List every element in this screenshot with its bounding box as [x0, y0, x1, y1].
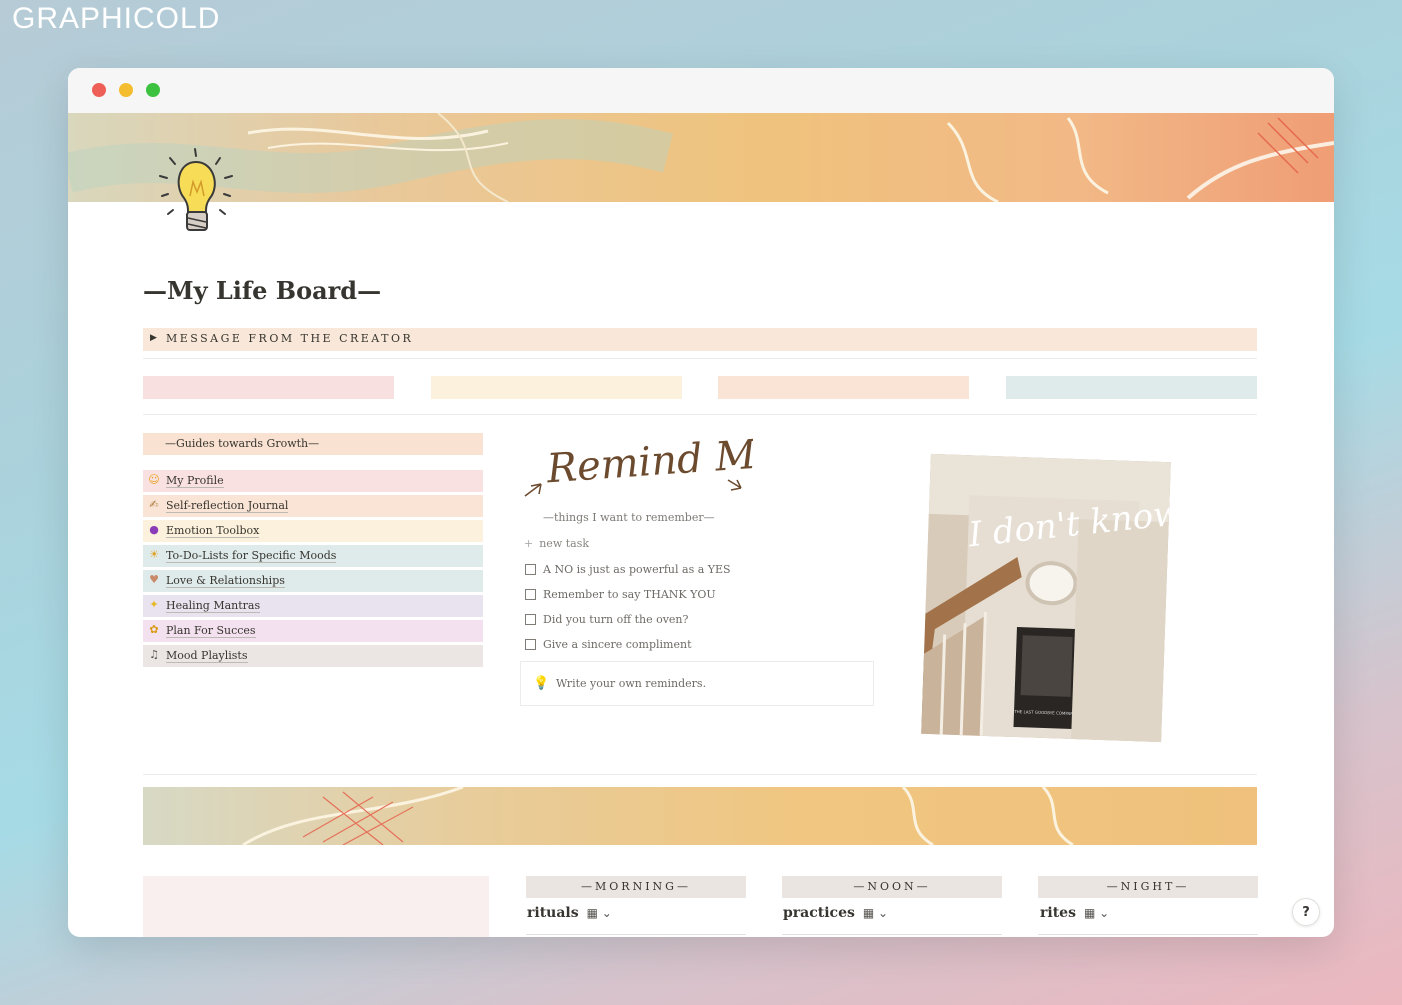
sparkle-icon: ✦ [149, 598, 159, 611]
lightbulb-icon [150, 146, 250, 246]
guide-link-label: Love & Relationships [166, 574, 285, 588]
noon-heading: —NOON— [782, 876, 1002, 898]
weather-icon: ☀ [149, 548, 159, 561]
page-cover-image [68, 113, 1334, 202]
color-swatch-blue [1006, 376, 1257, 399]
guide-link-item[interactable]: ♫ Mood Playlists [143, 645, 483, 667]
checkbox[interactable] [525, 589, 536, 600]
noon-practices-view[interactable]: practices ▦ ⌄ [783, 905, 888, 921]
crystal-ball-icon: ● [149, 523, 159, 536]
title-bar [68, 68, 1334, 113]
creator-message-toggle[interactable]: ▶ MESSAGE FROM THE CREATOR [143, 328, 1257, 351]
help-button[interactable]: ? [1292, 898, 1320, 926]
writing-hand-icon: ✍ [149, 498, 159, 511]
new-task-button[interactable]: + new task [524, 537, 589, 550]
guide-link-item[interactable]: ☀ To-Do-Lists for Specific Moods [143, 545, 483, 567]
toggle-triangle-icon[interactable]: ▶ [150, 333, 157, 343]
smiling-face-icon: ☺ [148, 473, 160, 486]
staircase-photo: THE LAST GOODBYE COMPANY I don't know [921, 453, 1171, 743]
divider [526, 934, 746, 935]
minimize-window-button[interactable] [119, 83, 133, 97]
divider [782, 934, 1002, 935]
music-icon: ♫ [149, 648, 159, 661]
app-window: —My Life Board— ▶ MESSAGE FROM THE CREAT… [68, 68, 1334, 937]
morning-heading: —MORNING— [526, 876, 746, 898]
divider [143, 414, 1257, 415]
page-title: —My Life Board— [143, 276, 382, 305]
guide-link-item[interactable]: ✿ Plan For Succes [143, 620, 483, 642]
divider [143, 358, 1257, 359]
guide-link-label: Self-reflection Journal [166, 499, 289, 513]
guide-link-item[interactable]: ✦ Healing Mantras [143, 595, 483, 617]
remind-subtitle: —things I want to remember— [543, 511, 715, 524]
night-rites-view[interactable]: rites ▦ ⌄ [1040, 905, 1109, 921]
guide-link-label: My Profile [166, 474, 224, 488]
sunflower-icon: ✿ [149, 623, 159, 636]
section-banner-image [143, 787, 1257, 845]
table-view-icon[interactable]: ▦ ⌄ [1084, 906, 1109, 920]
checkbox[interactable] [525, 614, 536, 625]
guide-link-label: Healing Mantras [166, 599, 261, 613]
night-heading: —NIGHT— [1038, 876, 1258, 898]
write-reminders-callout[interactable]: 💡 Write your own reminders. [520, 661, 874, 706]
checkbox[interactable] [525, 564, 536, 575]
guide-link-label: To-Do-Lists for Specific Moods [166, 549, 337, 563]
creator-message-label: MESSAGE FROM THE CREATOR [166, 332, 414, 345]
guide-link-label: Mood Playlists [166, 649, 248, 663]
color-swatch-pink [143, 376, 394, 399]
schedule-side-card [143, 876, 489, 937]
close-window-button[interactable] [92, 83, 106, 97]
checkbox[interactable] [525, 639, 536, 650]
guide-link-item[interactable]: ☺ My Profile [143, 470, 483, 492]
guide-link-label: Emotion Toolbox [166, 524, 260, 538]
hands-icon: ♥ [149, 573, 159, 586]
divider [143, 774, 1257, 775]
morning-rituals-view[interactable]: rituals ▦ ⌄ [527, 905, 612, 921]
guide-link-item[interactable]: ✍ Self-reflection Journal [143, 495, 483, 517]
guide-link-label: Plan For Succes [166, 624, 256, 638]
svg-text:Remind Me: Remind Me [544, 430, 753, 492]
color-swatch-cream [431, 376, 682, 399]
brand-watermark: GRAPHICOLD [12, 2, 221, 35]
guide-link-item[interactable]: ♥ Love & Relationships [143, 570, 483, 592]
remind-me-heading: Remind Me [523, 430, 781, 506]
divider [1038, 934, 1258, 935]
guide-link-item[interactable]: ● Emotion Toolbox [143, 520, 483, 542]
table-view-icon[interactable]: ▦ ⌄ [863, 906, 888, 920]
lightbulb-icon: 💡 [533, 676, 550, 691]
guides-heading: —Guides towards Growth— [143, 433, 483, 455]
table-view-icon[interactable]: ▦ ⌄ [587, 906, 612, 920]
plus-icon: + [524, 537, 534, 550]
maximize-window-button[interactable] [146, 83, 160, 97]
color-swatch-peach [718, 376, 969, 399]
